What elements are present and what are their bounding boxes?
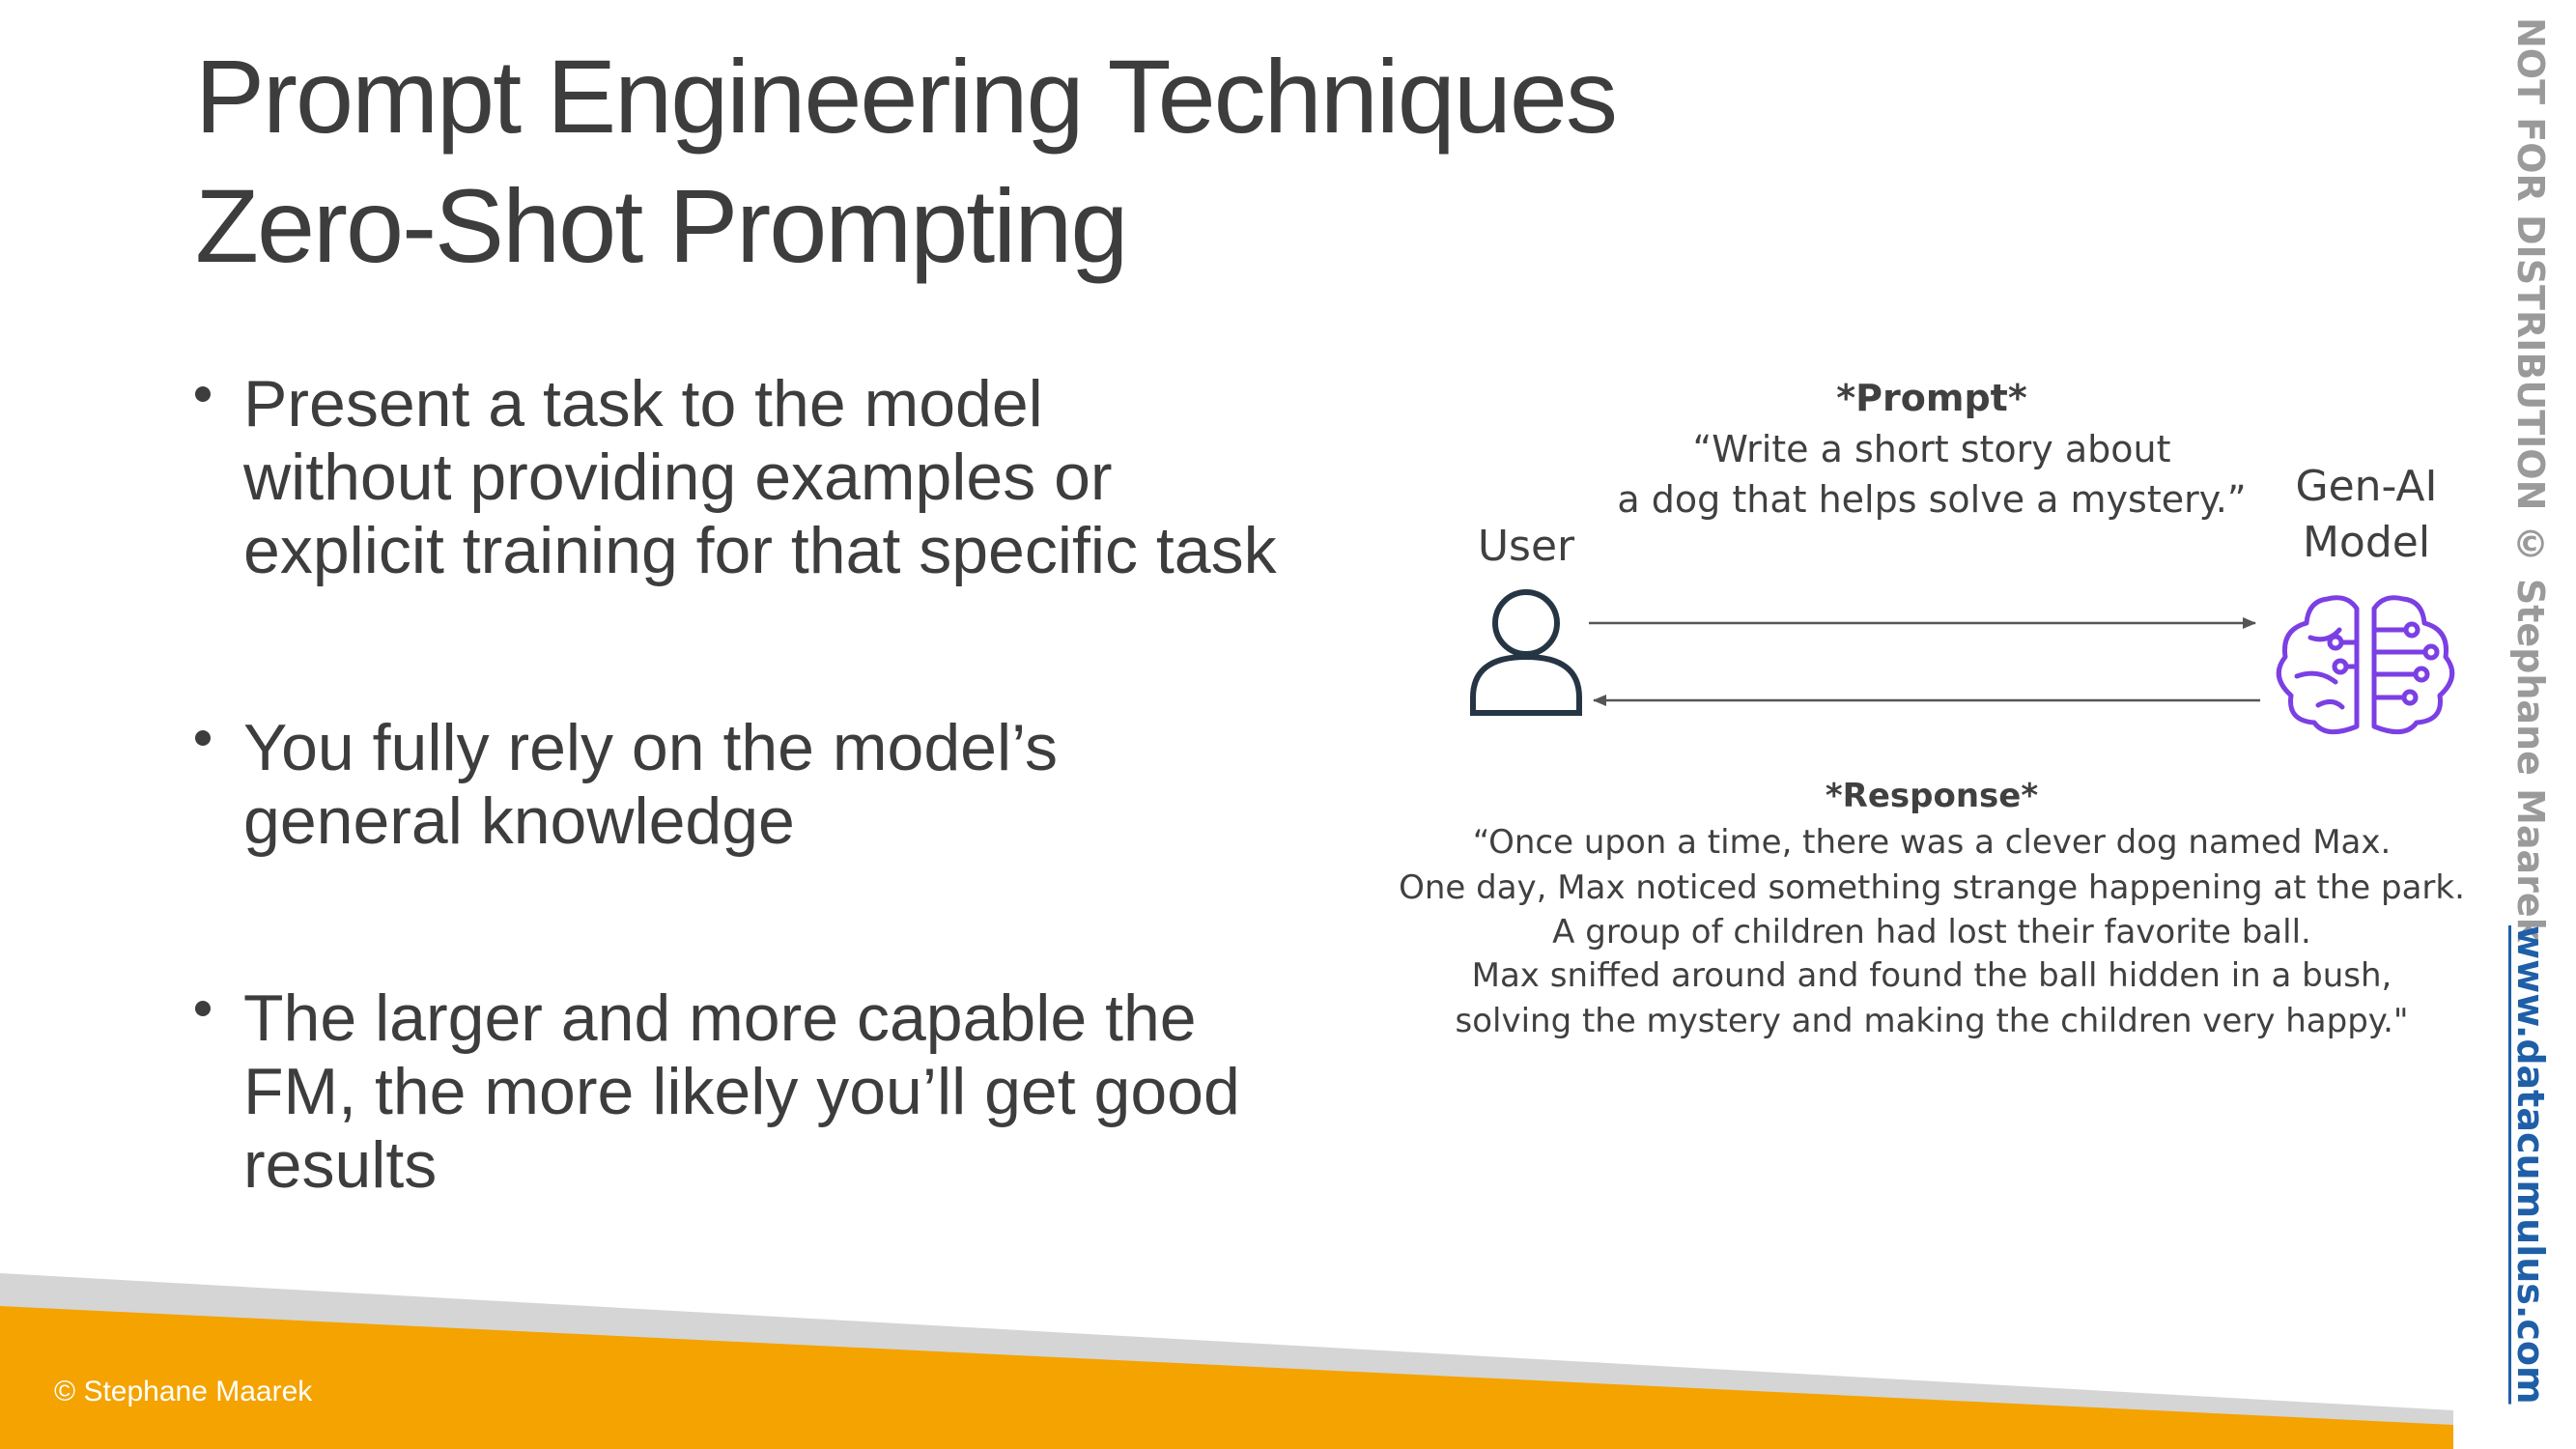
footer-copyright: © Stephane Maarek <box>54 1376 313 1407</box>
user-icon <box>1470 589 1582 716</box>
slide: Prompt Engineering Techniques Zero-Shot … <box>0 0 2576 1449</box>
website-link[interactable]: www.datacumulus.com <box>2509 925 2552 1405</box>
response-line: “Once upon a time, there was a clever do… <box>1472 823 2392 862</box>
response-line: One day, Max noticed something strange h… <box>1399 868 2465 907</box>
brain-circuit-icon <box>2276 595 2455 735</box>
response-line: solving the mystery and making the child… <box>1455 1002 2409 1040</box>
response-line: Max sniffed around and found the ball hi… <box>1471 956 2392 995</box>
response-line: A group of children had lost their favor… <box>1552 913 2311 952</box>
diagram-graphics <box>1470 589 2455 735</box>
response-heading: *Response* <box>1825 777 2039 815</box>
distribution-watermark: NOT FOR DISTRIBUTION © Stephane Maarek <box>2509 17 2552 942</box>
